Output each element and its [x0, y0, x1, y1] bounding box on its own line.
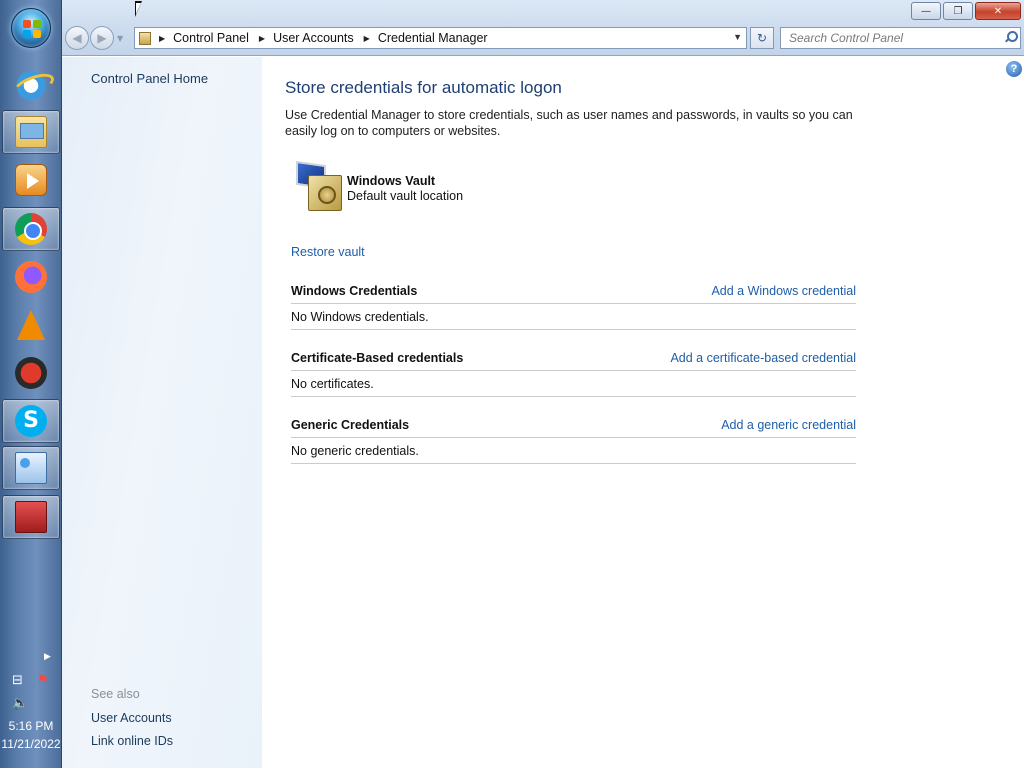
maximize-button[interactable]: ❐ — [943, 2, 973, 20]
back-button[interactable]: ◀ — [65, 26, 89, 50]
taskbar-item-media-player[interactable] — [2, 158, 60, 202]
taskbar-item-chrome[interactable] — [2, 207, 60, 251]
taskbar-item-firefox[interactable] — [2, 255, 60, 299]
volume-icon[interactable]: 🔈 — [12, 696, 28, 711]
media-player-icon — [15, 164, 47, 196]
ie-icon — [15, 68, 47, 100]
forward-button[interactable]: ▶ — [90, 26, 114, 50]
search-icon[interactable] — [1004, 31, 1018, 43]
action-center-flag-icon[interactable]: ⚑ — [37, 673, 49, 688]
left-navigation-pane: Control Panel Home See also User Account… — [62, 57, 262, 768]
empty-message: No certificates. — [291, 377, 374, 391]
user-accounts-link[interactable]: User Accounts — [91, 711, 172, 725]
windows-vault-icon[interactable] — [296, 160, 344, 213]
breadcrumb-control-panel[interactable]: Control Panel — [173, 31, 249, 45]
refresh-button[interactable]: ↻ — [750, 27, 774, 49]
taskbar-item-internet-explorer[interactable] — [2, 62, 60, 106]
section-title: Certificate-Based credentials — [291, 351, 464, 365]
add-generic-credential-link[interactable]: Add a generic credential — [721, 418, 856, 432]
refresh-icon: ↻ — [756, 31, 768, 45]
clock-date[interactable]: 11/21/2022 — [0, 737, 62, 751]
search-input[interactable]: Search Control Panel — [780, 27, 1021, 49]
taskbar-item-utility[interactable] — [2, 351, 60, 395]
breadcrumb-separator-icon[interactable]: ▶ — [159, 34, 165, 43]
title-bar: — ❐ ✕ ◀ ▶ ▼ ▶ Control Panel ▶ User Accou… — [62, 0, 1024, 56]
empty-message: No generic credentials. — [291, 444, 419, 458]
main-content: ? Store credentials for automatic logon … — [262, 57, 1024, 768]
add-windows-credential-link[interactable]: Add a Windows credential — [711, 284, 856, 298]
control-panel-home-link[interactable]: Control Panel Home — [91, 71, 208, 86]
taskbar-item-control-panel[interactable] — [2, 446, 60, 490]
network-icon[interactable]: ⊟ — [12, 673, 23, 688]
breadcrumb-credential-manager[interactable]: Credential Manager — [378, 31, 488, 45]
navigation-buttons: ◀ ▶ ▼ — [65, 26, 123, 50]
breadcrumb: ▶ Control Panel ▶ User Accounts ▶ Creden… — [159, 31, 498, 45]
generic-credentials-section: Generic Credentials Add a generic creden… — [291, 418, 856, 464]
back-arrow-icon: ◀ — [72, 31, 82, 45]
windows-logo-icon — [23, 20, 41, 38]
forward-arrow-icon: ▶ — [97, 31, 107, 45]
taskbar-item-skype[interactable]: S — [2, 399, 60, 443]
empty-message: No Windows credentials. — [291, 310, 429, 324]
mouse-cursor-icon — [135, 1, 149, 17]
breadcrumb-user-accounts[interactable]: User Accounts — [273, 31, 354, 45]
address-bar[interactable]: ▶ Control Panel ▶ User Accounts ▶ Creden… — [134, 27, 747, 49]
show-hidden-icons-arrow-icon[interactable]: ▶ — [44, 652, 51, 662]
taskbar-item-toolbox[interactable] — [2, 495, 60, 539]
taskbar-item-vlc[interactable] — [2, 303, 60, 347]
minimize-button[interactable]: — — [911, 2, 941, 20]
certificate-credentials-section: Certificate-Based credentials Add a cert… — [291, 351, 856, 397]
window-controls: — ❐ ✕ — [909, 2, 1021, 20]
page-description: Use Credential Manager to store credenti… — [285, 108, 853, 138]
firefox-icon — [15, 261, 47, 293]
control-panel-icon — [15, 452, 47, 484]
add-certificate-credential-link[interactable]: Add a certificate-based credential — [670, 351, 856, 365]
address-dropdown-icon[interactable]: ▼ — [733, 32, 742, 42]
restore-vault-link[interactable]: Restore vault — [291, 245, 365, 259]
skype-icon: S — [15, 405, 47, 437]
vlc-cone-icon — [17, 310, 45, 340]
search-placeholder: Search Control Panel — [789, 31, 904, 45]
chrome-icon — [15, 213, 47, 245]
section-title: Windows Credentials — [291, 284, 418, 298]
link-online-ids-link[interactable]: Link online IDs — [91, 734, 173, 748]
taskbar: S ▶ ⊟ ⚑ 🔈 5:16 PM 11/21/2022 — [0, 0, 62, 768]
control-panel-small-icon — [139, 31, 151, 45]
page-title: Store credentials for automatic logon — [285, 78, 562, 97]
breadcrumb-separator-icon[interactable]: ▶ — [259, 34, 265, 43]
credential-manager-window: — ❐ ✕ ◀ ▶ ▼ ▶ Control Panel ▶ User Accou… — [62, 0, 1024, 768]
help-icon[interactable]: ? — [1006, 61, 1022, 77]
taskbar-item-windows-explorer[interactable] — [2, 110, 60, 154]
vault-location: Default vault location — [347, 189, 464, 203]
breadcrumb-separator-icon[interactable]: ▶ — [364, 34, 370, 43]
red-gear-icon — [15, 357, 47, 389]
windows-credentials-section: Windows Credentials Add a Windows creden… — [291, 284, 856, 330]
recent-pages-dropdown[interactable]: ▼ — [117, 34, 123, 43]
clock-time[interactable]: 5:16 PM — [0, 719, 62, 733]
see-also-heading: See also — [91, 687, 140, 701]
toolbox-icon — [15, 501, 47, 533]
start-button[interactable] — [11, 8, 51, 48]
folder-icon — [15, 116, 47, 148]
section-title: Generic Credentials — [291, 418, 410, 432]
vault-name[interactable]: Windows Vault — [347, 174, 435, 188]
close-button[interactable]: ✕ — [975, 2, 1021, 20]
